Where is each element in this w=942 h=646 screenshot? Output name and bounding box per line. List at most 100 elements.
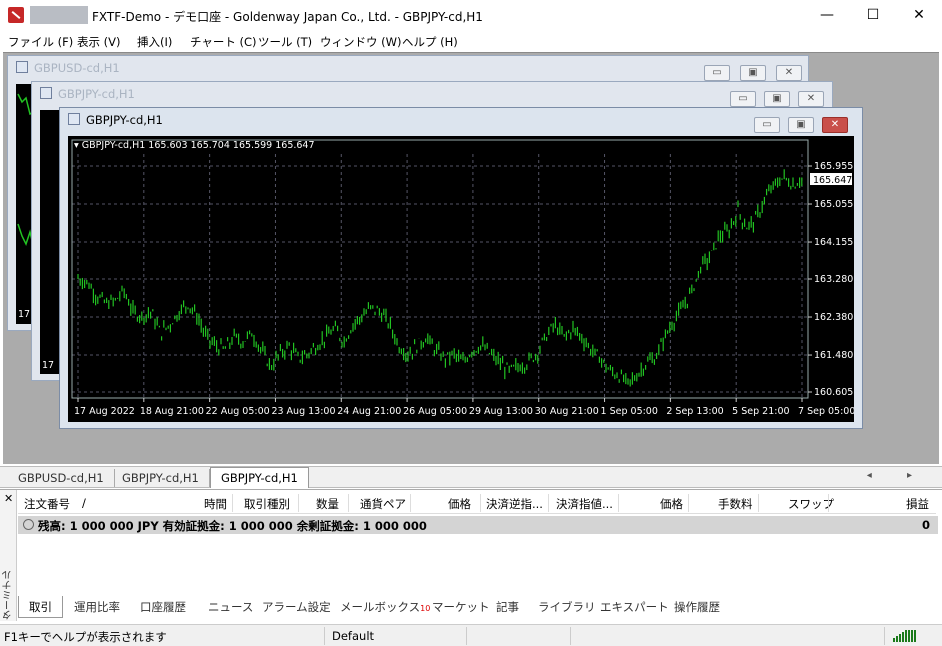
chart-window-icon <box>40 87 52 99</box>
terminal-sidebar: ✕ ターミナル <box>0 490 17 621</box>
status-profile: Default <box>332 629 375 643</box>
tab-alerts[interactable]: アラーム設定 <box>262 599 331 615</box>
menu-insert[interactable]: 挿入(I) <box>137 34 172 50</box>
tab-account-history[interactable]: 口座履歴 <box>140 599 186 615</box>
menu-help[interactable]: ヘルプ (H) <box>402 34 458 50</box>
window-title: FXTF-Demo - デモ口座 - Goldenway Japan Co., … <box>92 10 483 24</box>
column-volume[interactable]: 数量 <box>316 496 339 512</box>
column-commission[interactable]: 手数料 <box>718 496 753 512</box>
menu-window[interactable]: ウィンドウ (W) <box>320 34 402 50</box>
close-button[interactable]: ✕ <box>896 0 942 30</box>
window-close-button[interactable]: ✕ <box>776 65 802 81</box>
window-close-button[interactable]: ✕ <box>822 117 848 133</box>
tab-exposure[interactable]: 運用比率 <box>74 599 120 615</box>
x-tick-label: 29 Aug 13:00 <box>469 406 533 417</box>
trade-table-header: 注文番号 / 時間 取引種別 数量 通貨ペア 価格 決済逆指... 決済指値..… <box>18 492 936 514</box>
tab-experts[interactable]: エキスパート <box>600 599 669 615</box>
window-restore-button[interactable]: ▣ <box>740 65 766 81</box>
column-sort-indicator: / <box>82 496 86 510</box>
y-tick-label: 164.155 <box>814 237 853 248</box>
time-label: 17 <box>42 360 55 371</box>
menu-bar: ファイル (F) 表示 (V) 挿入(I) チャート (C) ツール (T) ウ… <box>0 31 942 51</box>
window-minimize-button[interactable]: ▭ <box>704 65 730 81</box>
terminal-close-button[interactable]: ✕ <box>4 492 13 505</box>
column-divider <box>618 494 619 512</box>
chart-window-gbpjpy-active[interactable]: GBPJPY-cd,H1 ▭ ▣ ✕ 165.955 165.055 164.155… <box>59 107 863 429</box>
x-tick-label: 7 Sep 05:00 <box>798 406 854 417</box>
title-bar: FXTF-Demo - デモ口座 - Goldenway Japan Co., … <box>0 0 942 30</box>
y-tick-label: 165.955 <box>814 161 853 172</box>
column-profit[interactable]: 損益 <box>906 496 929 512</box>
chart-tab-strip: GBPUSD-cd,H1 GBPJPY-cd,H1 GBPJPY-cd,H1 ◂… <box>0 466 942 488</box>
x-tick-label: 1 Sep 05:00 <box>601 406 658 417</box>
x-tick-label: 26 Aug 05:00 <box>403 406 467 417</box>
tab-mailbox[interactable]: メールボックス10 <box>340 599 430 615</box>
tab-gbpjpy[interactable]: GBPJPY-cd,H1 <box>112 469 210 487</box>
current-price-label: 165.647 <box>813 175 852 186</box>
connection-status-icon[interactable] <box>893 630 917 642</box>
x-tick-label: 30 Aug 21:00 <box>535 406 599 417</box>
account-redacted-box <box>30 6 88 24</box>
column-take-profit[interactable]: 決済指値... <box>556 496 613 512</box>
column-divider <box>758 494 759 512</box>
app-logo-icon <box>8 7 24 23</box>
menu-file[interactable]: ファイル (F) <box>8 34 73 50</box>
price-chart[interactable]: 165.955 165.055 164.155 163.280 162.380 161.4… <box>68 136 854 422</box>
tab-articles[interactable]: 記事 <box>496 599 519 615</box>
column-current-price[interactable]: 価格 <box>660 496 683 512</box>
tab-journal[interactable]: 操作履歴 <box>674 599 720 615</box>
status-divider <box>570 627 571 645</box>
window-minimize-button[interactable]: ▭ <box>730 91 756 107</box>
chart-window-title: GBPJPY-cd,H1 <box>58 87 135 101</box>
column-divider <box>480 494 481 512</box>
minimize-button[interactable]: — <box>804 0 850 30</box>
terminal-label: ターミナル <box>3 570 14 620</box>
column-symbol[interactable]: 通貨ペア <box>360 496 406 512</box>
x-tick-label: 23 Aug 13:00 <box>271 406 335 417</box>
window-close-button[interactable]: ✕ <box>798 91 824 107</box>
terminal-tabs: 取引 運用比率 口座履歴 ニュース アラーム設定 メールボックス10 マーケット… <box>18 596 938 618</box>
x-tick-label: 22 Aug 05:00 <box>206 406 270 417</box>
x-tick-label: 17 Aug 2022 <box>74 406 135 417</box>
column-price[interactable]: 価格 <box>448 496 471 512</box>
x-tick-label: 5 Sep 21:00 <box>732 406 789 417</box>
status-help-text: F1キーでヘルプが表示されます <box>4 630 167 644</box>
chart-window-title: GBPJPY-cd,H1 <box>86 113 163 127</box>
balance-row[interactable]: 残高: 1 000 000 JPY 有効証拠金: 1 000 000 余剰証拠金… <box>18 516 938 534</box>
column-time[interactable]: 時間 <box>204 496 227 512</box>
tab-market[interactable]: マーケット <box>432 599 490 615</box>
column-order-number[interactable]: 注文番号 <box>24 496 70 512</box>
tab-gbpjpy-active[interactable]: GBPJPY-cd,H1 <box>210 467 309 488</box>
column-divider <box>410 494 411 512</box>
tab-library[interactable]: ライブラリ <box>538 599 596 615</box>
menu-chart[interactable]: チャート (C) <box>190 34 257 50</box>
time-label: 17 <box>18 309 31 320</box>
plot-border <box>71 139 809 399</box>
tab-news[interactable]: ニュース <box>208 599 253 615</box>
chart-window-title: GBPUSD-cd,H1 <box>34 61 120 75</box>
window-restore-button[interactable]: ▣ <box>764 91 790 107</box>
column-trade-type[interactable]: 取引種別 <box>244 496 290 512</box>
terminal-panel: ✕ ターミナル 注文番号 / 時間 取引種別 数量 通貨ペア 価格 決済逆指..… <box>0 489 942 621</box>
y-tick-label: 160.605 <box>814 387 853 398</box>
chart-window-icon <box>68 113 80 125</box>
tab-gbpusd[interactable]: GBPUSD-cd,H1 <box>8 469 115 487</box>
column-divider <box>232 494 233 512</box>
maximize-button[interactable]: ☐ <box>850 0 896 30</box>
column-divider <box>828 494 829 512</box>
window-restore-button[interactable]: ▣ <box>788 117 814 133</box>
column-stop-loss[interactable]: 決済逆指... <box>486 496 543 512</box>
menu-tools[interactable]: ツール (T) <box>258 34 312 50</box>
status-divider <box>324 627 325 645</box>
menu-view[interactable]: 表示 (V) <box>77 34 121 50</box>
tab-scroll-arrows[interactable]: ◂ ▸ <box>867 470 928 481</box>
chart-header-text: GBPJPY-cd,H1 165.603 165.704 165.599 165… <box>81 140 315 151</box>
y-tick-label: 162.380 <box>814 312 853 323</box>
balance-summary: 残高: 1 000 000 JPY 有効証拠金: 1 000 000 余剰証拠金… <box>38 519 427 533</box>
x-tick-label: 18 Aug 21:00 <box>140 406 204 417</box>
status-bar: F1キーでヘルプが表示されます Default <box>0 624 942 646</box>
status-divider <box>884 627 885 645</box>
tab-trade[interactable]: 取引 <box>18 596 63 618</box>
balance-icon <box>23 519 34 530</box>
window-minimize-button[interactable]: ▭ <box>754 117 780 133</box>
